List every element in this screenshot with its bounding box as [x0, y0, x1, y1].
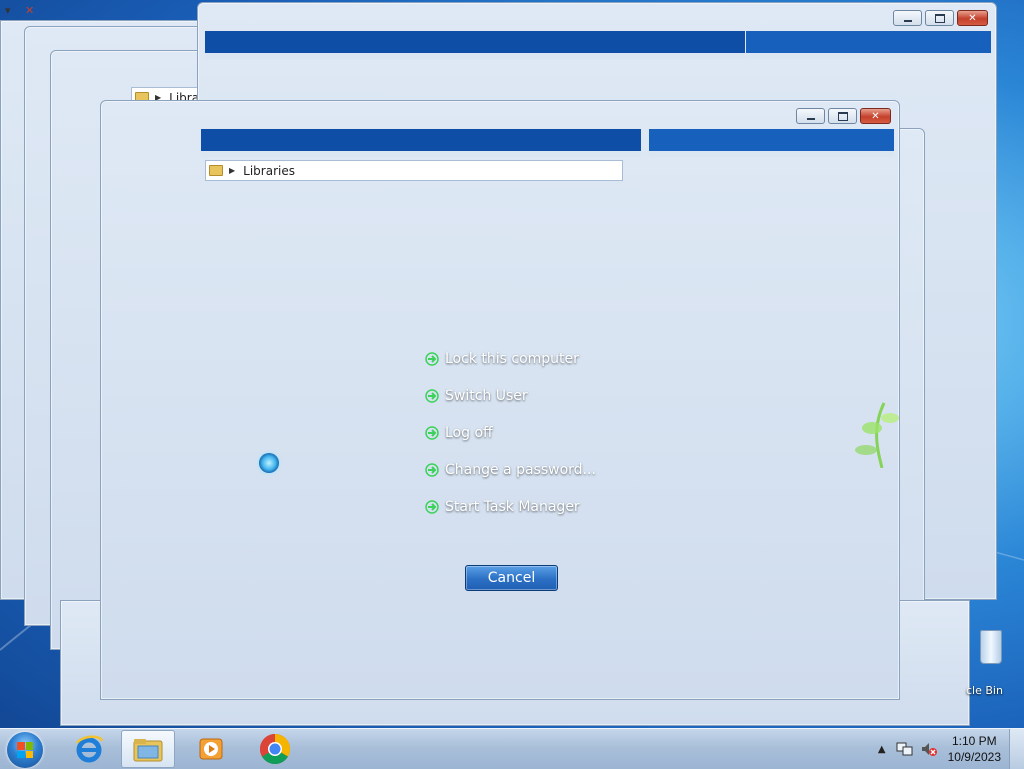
clock-date: 10/9/2023	[947, 750, 1001, 764]
option-label: Log off	[445, 424, 493, 441]
close-button[interactable]: ✕	[860, 108, 891, 124]
green-arrow-icon	[425, 462, 439, 477]
chrome-icon	[259, 734, 291, 765]
maximize-button[interactable]	[925, 10, 954, 26]
network-icon[interactable]	[896, 741, 914, 757]
minimize-button[interactable]	[893, 10, 922, 26]
address-bar[interactable]: ▶ Libraries	[205, 160, 623, 181]
breadcrumb-arrow-icon: ▶	[229, 166, 236, 175]
start-task-manager-option[interactable]: Start Task Manager	[425, 488, 596, 525]
windows-explorer-icon	[133, 739, 163, 762]
change-password-option[interactable]: Change a password...	[425, 451, 596, 488]
window-caption-buttons: ✕	[796, 108, 891, 124]
taskbar: ▲ 1:10 PM 10/9/2023	[0, 728, 1024, 769]
volume-muted-icon[interactable]	[920, 741, 938, 757]
toolbar-band	[201, 129, 641, 157]
windows-logo-icon	[17, 742, 33, 758]
folder-icon	[209, 165, 223, 176]
green-arrow-icon	[425, 499, 439, 514]
green-arrow-icon	[425, 388, 439, 403]
window-caption-buttons: ✕	[893, 10, 988, 26]
address-path: Libraries	[243, 163, 295, 178]
log-off-option[interactable]: Log off	[425, 414, 596, 451]
busy-cursor-icon	[259, 453, 279, 473]
lock-computer-option[interactable]: Lock this computer	[425, 340, 596, 377]
close-button[interactable]: ✕	[957, 10, 988, 26]
recycle-bin-icon	[980, 630, 1002, 664]
clock[interactable]: 1:10 PM 10/9/2023	[948, 733, 1001, 765]
taskbar-internet-explorer[interactable]	[62, 730, 116, 768]
show-desktop-button[interactable]	[1009, 729, 1024, 769]
taskbar-windows-explorer[interactable]	[121, 730, 175, 768]
security-options-menu: Lock this computer Switch User Log off C…	[425, 340, 596, 525]
windows-media-player-icon	[199, 738, 223, 760]
recycle-bin-label: cle Bin	[966, 684, 1003, 697]
system-tray: ▲ 1:10 PM 10/9/2023	[878, 729, 1024, 769]
clock-time: 1:10 PM	[951, 734, 997, 748]
taskbar-chrome[interactable]	[248, 730, 302, 768]
option-label: Switch User	[445, 387, 528, 404]
toolbar-band	[746, 31, 991, 59]
internet-explorer-icon	[76, 735, 104, 763]
option-label: Start Task Manager	[445, 498, 580, 515]
option-label: Lock this computer	[445, 350, 579, 367]
switch-user-option[interactable]: Switch User	[425, 377, 596, 414]
maximize-button[interactable]	[828, 108, 857, 124]
green-arrow-icon	[425, 425, 439, 440]
cancel-button[interactable]: Cancel	[465, 565, 558, 591]
toolbar-band	[205, 31, 745, 59]
start-button[interactable]	[7, 732, 43, 768]
minimize-button[interactable]	[796, 108, 825, 124]
recycle-bin-shortcut[interactable]: cle Bin	[966, 630, 1024, 697]
taskbar-windows-media-player[interactable]	[184, 730, 238, 768]
close-icon[interactable]: ✕	[25, 4, 34, 17]
dropdown-arrow-icon[interactable]: ▾	[5, 4, 11, 17]
option-label: Change a password...	[445, 461, 596, 478]
toolbar-band	[649, 129, 894, 157]
show-hidden-icons-icon[interactable]: ▲	[878, 744, 886, 755]
green-arrow-icon	[425, 351, 439, 366]
